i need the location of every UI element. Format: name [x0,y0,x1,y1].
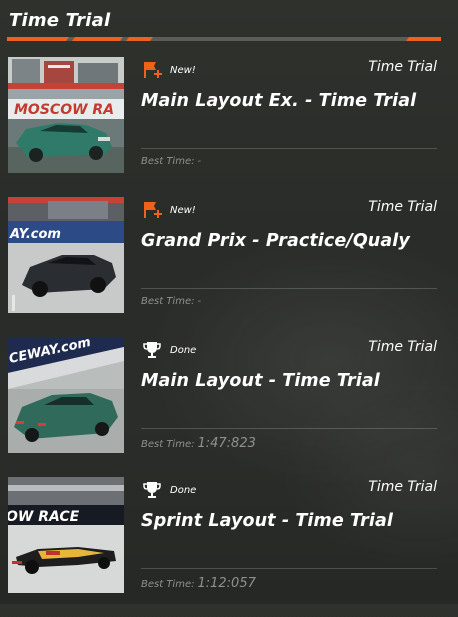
best-time-label: Best Time: [141,579,195,590]
trophy-icon [143,342,161,358]
divider [141,568,437,569]
section-title: Time Trial [9,10,111,31]
best-time-label: Best Time: [141,296,195,307]
svg-text:MOSCOW RA: MOSCOW RA [14,102,114,118]
event-card[interactable]: AY.com New! Time Trial Grand Prix - Prac… [0,197,458,315]
event-name: Grand Prix - Practice/Qualy [141,231,410,251]
event-name: Main Layout - Time Trial [141,371,380,391]
best-time-value: 1:12:057 [197,576,256,591]
best-time-row: Best Time: - [141,296,201,307]
event-thumbnail: AY.com [8,197,124,313]
best-time-value: - [197,296,202,307]
divider [141,148,437,149]
new-flag-icon [144,62,162,78]
event-thumbnail: OW RACE [8,477,124,593]
event-status: Done [141,480,196,500]
best-time-label: Best Time: [141,439,195,450]
best-time-value: 1:47:823 [197,436,256,451]
trophy-icon [143,482,161,498]
event-type: Time Trial [368,339,437,355]
event-card[interactable]: OW RACE Done Time Trial Sprint Layout - … [0,477,458,595]
divider [141,428,437,429]
event-type: Time Trial [368,479,437,495]
event-card[interactable]: MOSCOW RA New! Time Trial Main Layout Ex… [0,57,458,175]
status-label: New! [170,64,196,76]
header-accent-bar [7,37,441,41]
event-name: Sprint Layout - Time Trial [141,511,393,531]
event-thumbnail: CEWAY.com [8,337,124,453]
event-status: Done [141,340,196,360]
status-label: Done [170,344,197,356]
svg-text:OW RACE: OW RACE [8,509,80,525]
event-card[interactable]: CEWAY.com Done Time Trial Main Layout - … [0,337,458,455]
best-time-row: Best Time: 1:12:057 [141,576,256,591]
divider [141,288,437,289]
best-time-row: Best Time: - [141,156,201,167]
new-flag-icon [144,202,162,218]
event-status: New! [141,60,196,80]
event-type: Time Trial [368,199,437,215]
event-list: MOSCOW RA New! Time Trial Main Layout Ex… [0,57,458,617]
event-status: New! [141,200,196,220]
best-time-value: - [197,156,202,167]
event-thumbnail: MOSCOW RA [8,57,124,173]
svg-text:AY.com: AY.com [9,227,61,242]
section-header: Time Trial [0,0,458,42]
event-name: Main Layout Ex. - Time Trial [141,91,417,111]
best-time-label: Best Time: [141,156,195,167]
status-label: New! [170,204,196,216]
event-type: Time Trial [368,59,437,75]
best-time-row: Best Time: 1:47:823 [141,436,256,451]
status-label: Done [170,484,197,496]
